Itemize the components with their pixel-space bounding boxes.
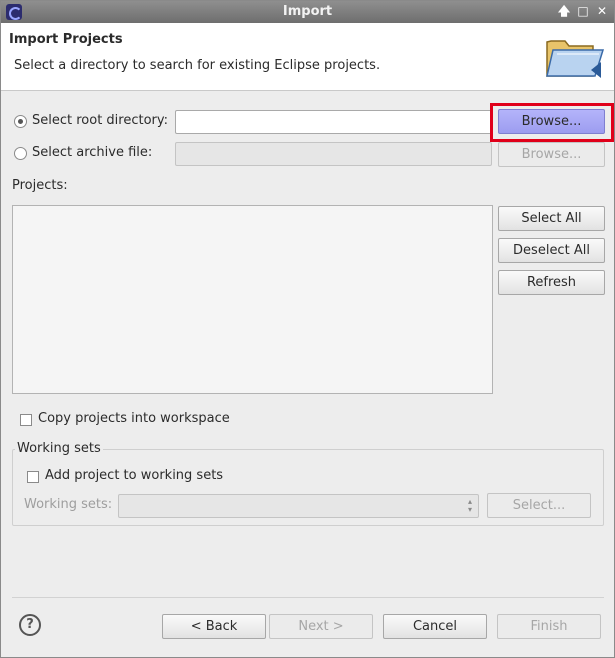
close-icon[interactable]: ✕ bbox=[594, 3, 610, 19]
finish-button: Finish bbox=[497, 614, 601, 639]
root-directory-label: Select root directory: bbox=[32, 113, 169, 128]
refresh-button[interactable]: Refresh bbox=[498, 270, 605, 295]
spinner-arrows-icon: ▴ ▾ bbox=[467, 497, 472, 514]
add-working-sets-checkbox[interactable] bbox=[27, 471, 39, 483]
archive-browse-button: Browse... bbox=[498, 142, 605, 167]
working-sets-group-label: Working sets bbox=[15, 441, 103, 456]
minimize-icon[interactable]: 🡅 bbox=[556, 3, 572, 19]
wizard-header: Import Projects Select a directory to se… bbox=[1, 23, 614, 91]
footer-separator bbox=[12, 597, 604, 598]
working-sets-field-label: Working sets: bbox=[24, 497, 113, 512]
title-bar: Import 🡅 □ ✕ bbox=[1, 1, 614, 23]
working-sets-combo: ▴ ▾ bbox=[118, 494, 479, 518]
archive-file-input bbox=[175, 142, 492, 166]
working-sets-select-button: Select... bbox=[487, 493, 591, 518]
help-icon[interactable]: ? bbox=[19, 614, 41, 636]
projects-list[interactable] bbox=[12, 205, 493, 394]
add-working-sets-label: Add project to working sets bbox=[45, 468, 224, 483]
copy-projects-checkbox[interactable] bbox=[20, 414, 32, 426]
back-button[interactable]: < Back bbox=[162, 614, 266, 639]
archive-file-radio[interactable] bbox=[14, 147, 27, 160]
page-title: Import Projects bbox=[9, 32, 123, 47]
root-directory-radio[interactable] bbox=[14, 115, 27, 128]
select-all-button[interactable]: Select All bbox=[498, 206, 605, 231]
copy-projects-label: Copy projects into workspace bbox=[38, 411, 230, 426]
highlight-box bbox=[490, 103, 614, 142]
cancel-button[interactable]: Cancel bbox=[383, 614, 487, 639]
projects-label: Projects: bbox=[12, 178, 68, 193]
root-directory-input[interactable] bbox=[175, 110, 492, 134]
import-dialog: Import 🡅 □ ✕ Import Projects Select a di… bbox=[0, 0, 615, 658]
deselect-all-button[interactable]: Deselect All bbox=[498, 238, 605, 263]
open-folder-icon bbox=[546, 40, 605, 78]
window-title: Import bbox=[282, 4, 333, 19]
maximize-icon[interactable]: □ bbox=[575, 3, 591, 19]
archive-file-label: Select archive file: bbox=[32, 145, 153, 160]
page-description: Select a directory to search for existin… bbox=[14, 58, 381, 73]
next-button: Next > bbox=[269, 614, 373, 639]
